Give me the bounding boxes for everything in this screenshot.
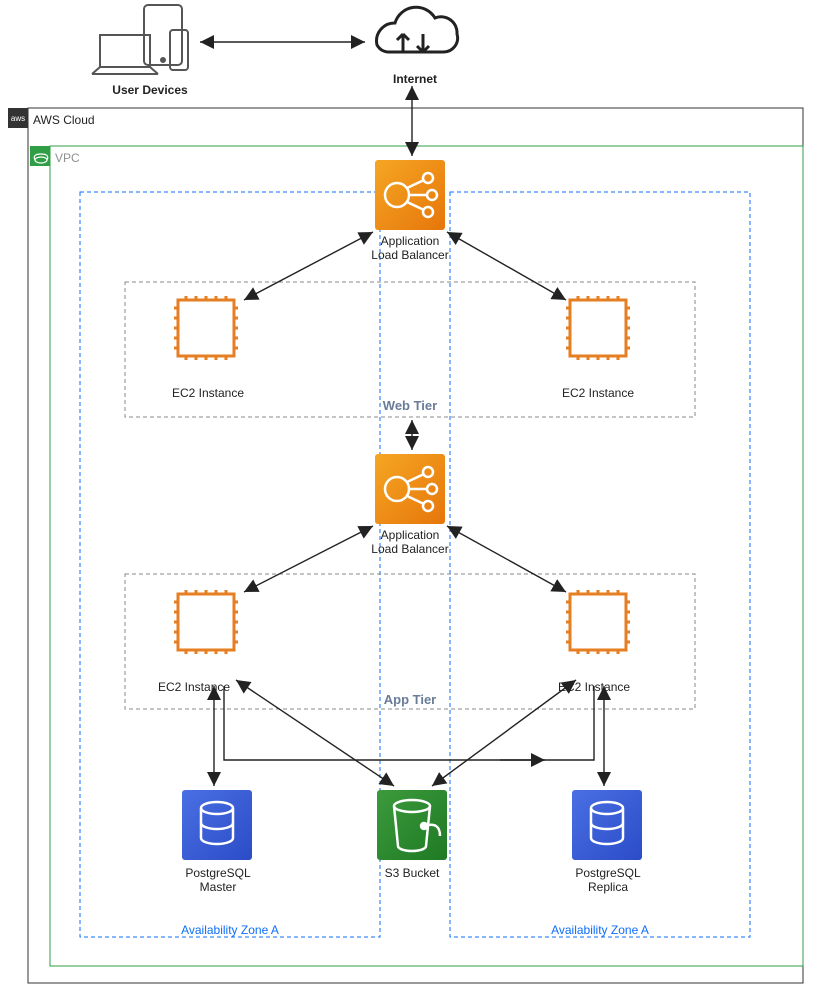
internet-icon[interactable] <box>370 8 465 68</box>
vpc-label: VPC <box>55 151 95 165</box>
s3-bucket-label: S3 Bucket <box>362 866 462 880</box>
alb2-node[interactable] <box>375 454 445 524</box>
web-tier-label: Web Tier <box>370 398 450 414</box>
aws-cloud-label: AWS Cloud <box>33 113 113 127</box>
pg-master-node[interactable] <box>182 790 252 860</box>
pg-replica-node[interactable] <box>572 790 642 860</box>
ec2-web-right-node[interactable] <box>566 296 630 360</box>
pg-replica-label: PostgreSQL Replica <box>558 866 658 895</box>
user-devices-icon[interactable] <box>92 5 192 77</box>
internet-label: Internet <box>380 72 450 86</box>
alb1-node[interactable] <box>375 160 445 230</box>
ec2-app-left-label: EC2 Instance <box>158 680 258 694</box>
ec2-app-left-node[interactable] <box>174 590 238 654</box>
ec2-web-right-label: EC2 Instance <box>548 386 648 400</box>
diagram-canvas: aws <box>0 0 831 1008</box>
ec2-web-left-node[interactable] <box>174 296 238 360</box>
az-left-label: Availability Zone A <box>165 923 295 937</box>
az-right-label: Availability Zone A <box>535 923 665 937</box>
ec2-app-right-node[interactable] <box>566 590 630 654</box>
pg-master-label: PostgreSQL Master <box>168 866 268 895</box>
ec2-web-left-label: EC2 Instance <box>158 386 258 400</box>
svg-text:aws: aws <box>11 114 25 123</box>
s3-bucket-node[interactable] <box>377 790 447 860</box>
app-tier-label: App Tier <box>370 692 450 708</box>
alb1-label: Application Load Balancer <box>360 234 460 263</box>
user-devices-label: User Devices <box>100 83 200 97</box>
alb2-label: Application Load Balancer <box>360 528 460 557</box>
ec2-app-right-label: EC2 Instance <box>558 680 658 694</box>
